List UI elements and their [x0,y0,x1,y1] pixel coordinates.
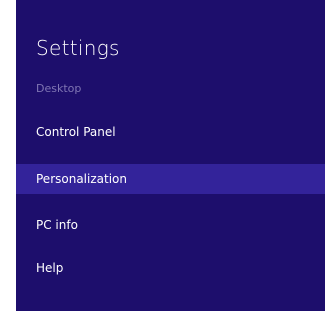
menu-item-control-panel[interactable]: Control Panel [16,117,325,147]
menu-item-label: Personalization [36,172,127,186]
settings-title: Settings [36,36,120,60]
settings-subtitle: Desktop [36,82,82,95]
menu-item-label: Help [36,261,64,275]
menu-item-label: Control Panel [36,125,116,139]
menu-item-help[interactable]: Help [16,253,325,283]
menu-item-personalization[interactable]: Personalization [16,164,325,194]
menu-item-pc-info[interactable]: PC info [16,210,325,240]
menu-item-label: PC info [36,218,78,232]
settings-pane: Settings Desktop Control Panel Personali… [16,0,325,311]
